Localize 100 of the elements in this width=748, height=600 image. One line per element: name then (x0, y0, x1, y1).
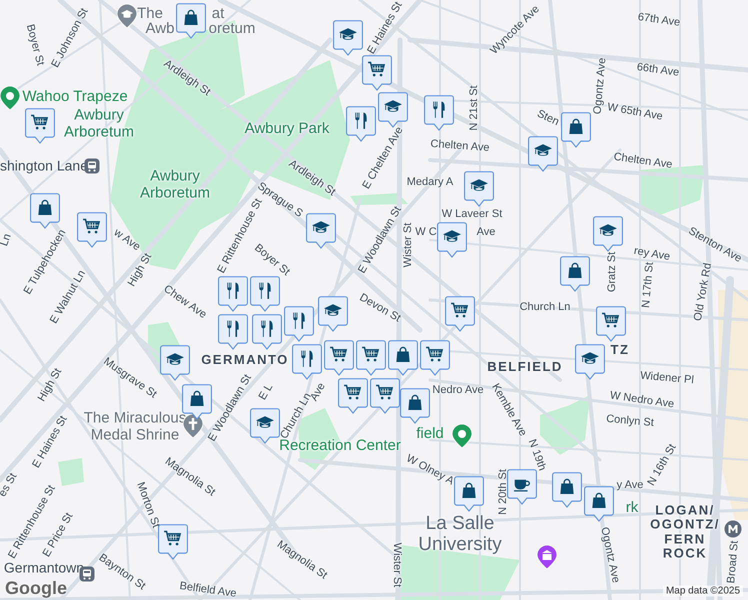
location-marker-icon[interactable] (0, 86, 20, 110)
map-pin[interactable] (454, 476, 484, 512)
street-label: N 19th (526, 438, 548, 472)
map-pin[interactable] (176, 3, 206, 39)
map-pin[interactable] (338, 378, 368, 414)
street-label: N 17th St (640, 262, 656, 308)
map-pin[interactable] (437, 222, 467, 258)
map-pin[interactable] (400, 388, 430, 424)
street-label: Boyer St (24, 23, 46, 67)
fork-knife-icon (261, 320, 273, 337)
shopping-cart-icon (368, 62, 386, 76)
park-label: rk (626, 500, 638, 516)
street-label: Sten (535, 108, 561, 128)
map-pin[interactable] (420, 340, 450, 376)
park-label: Awbury Park (244, 120, 330, 138)
street-label: Widener Pl (640, 370, 694, 386)
map-pin[interactable] (528, 136, 558, 172)
map-pin[interactable] (333, 20, 363, 56)
map-pin[interactable] (445, 296, 475, 332)
street-label: Chelten Ave (612, 150, 674, 172)
place-label: oretum (208, 20, 256, 38)
street-label: Wister St (390, 542, 404, 588)
map-pin[interactable] (356, 340, 386, 376)
map-pin[interactable] (284, 306, 314, 342)
place-label: La Salle University (417, 514, 502, 556)
map-pin[interactable] (160, 345, 190, 381)
shopping-cart-icon (330, 346, 348, 362)
school-marker-icon[interactable] (117, 4, 137, 28)
street-label: Gratz St (606, 252, 618, 292)
shopping-cart-icon (31, 114, 48, 130)
map-pin[interactable] (362, 55, 392, 91)
map-pin[interactable] (292, 344, 322, 380)
map-pin[interactable] (77, 212, 107, 248)
shopping-bag-icon (408, 394, 422, 410)
station-label: Germantown (4, 560, 84, 576)
shopping-bag-icon (569, 118, 583, 134)
street-label: Wister St (402, 222, 414, 268)
park-area (58, 458, 84, 486)
street-label: 67th Ave (637, 11, 681, 29)
street-label: Medary A (406, 176, 454, 188)
map-pin[interactable] (596, 306, 626, 342)
street-label: Chelten Ave (430, 138, 490, 154)
train-station-icon[interactable] (84, 158, 100, 174)
map-pin[interactable] (464, 171, 494, 207)
neighborhood-label: TZ (610, 342, 630, 358)
map-pin[interactable] (378, 92, 408, 128)
street-label: Ogontz Ave (592, 57, 608, 115)
map-pin[interactable] (560, 256, 590, 292)
map-pin[interactable] (158, 524, 188, 560)
graduation-cap-icon (534, 144, 552, 156)
street-label: W Laveer St (442, 208, 502, 220)
map-pin[interactable] (575, 344, 605, 380)
map-pin[interactable] (507, 469, 537, 505)
map-pin[interactable] (561, 112, 591, 148)
street-label: Church Ln (520, 300, 570, 314)
map-attribution[interactable]: Map data ©2025 (662, 586, 744, 596)
map-pin[interactable] (593, 216, 623, 252)
shopping-cart-icon (164, 530, 182, 546)
coffee-cup-icon (514, 480, 530, 492)
museum-marker-icon[interactable] (537, 545, 557, 569)
fork-knife-icon (227, 320, 239, 337)
map-pin[interactable] (218, 276, 248, 312)
street-label: Nedro Ave (432, 384, 484, 396)
map-pin[interactable] (318, 296, 348, 332)
map-pin[interactable] (306, 213, 336, 249)
map-pin[interactable] (346, 106, 376, 142)
shopping-bag-icon (592, 492, 606, 508)
shopping-cart-icon (362, 346, 380, 362)
graduation-cap-icon (339, 28, 357, 40)
map-pin[interactable] (370, 378, 400, 414)
map-pin[interactable] (250, 408, 280, 444)
shopping-bag-icon (560, 478, 574, 494)
map-pin[interactable] (250, 276, 280, 312)
map-pin[interactable] (424, 95, 454, 131)
map-pin[interactable] (388, 340, 418, 376)
fork-knife-icon (259, 282, 271, 299)
map-pin[interactable] (25, 108, 55, 144)
graduation-cap-icon (384, 100, 402, 112)
metro-station-icon[interactable] (724, 520, 742, 538)
shopping-bag-icon (184, 10, 198, 26)
map-pin[interactable] (552, 472, 582, 508)
park-label: Awbury Arboretum (62, 108, 136, 140)
park-label: Awbury Arboretum (138, 168, 212, 202)
location-marker-icon[interactable] (452, 424, 472, 448)
neighborhood-label: GERMANTO (201, 352, 289, 368)
graduation-cap-icon (470, 179, 488, 191)
map-pin[interactable] (218, 314, 248, 350)
graduation-cap-icon (599, 224, 617, 236)
map-pin[interactable] (324, 340, 354, 376)
map-pin[interactable] (252, 314, 282, 350)
map-pin[interactable] (30, 193, 60, 229)
street-label: Ave (476, 226, 496, 238)
shopping-cart-icon (376, 384, 394, 400)
place-label: Recreation Center (279, 438, 401, 454)
map-pin[interactable] (584, 486, 614, 522)
graduation-cap-icon (443, 230, 461, 242)
place-label: Wahoo Trapeze (22, 88, 128, 106)
fork-knife-icon (227, 282, 239, 299)
street-label: Belfield Ave (178, 580, 238, 600)
street-label: N 21st St (468, 85, 480, 131)
